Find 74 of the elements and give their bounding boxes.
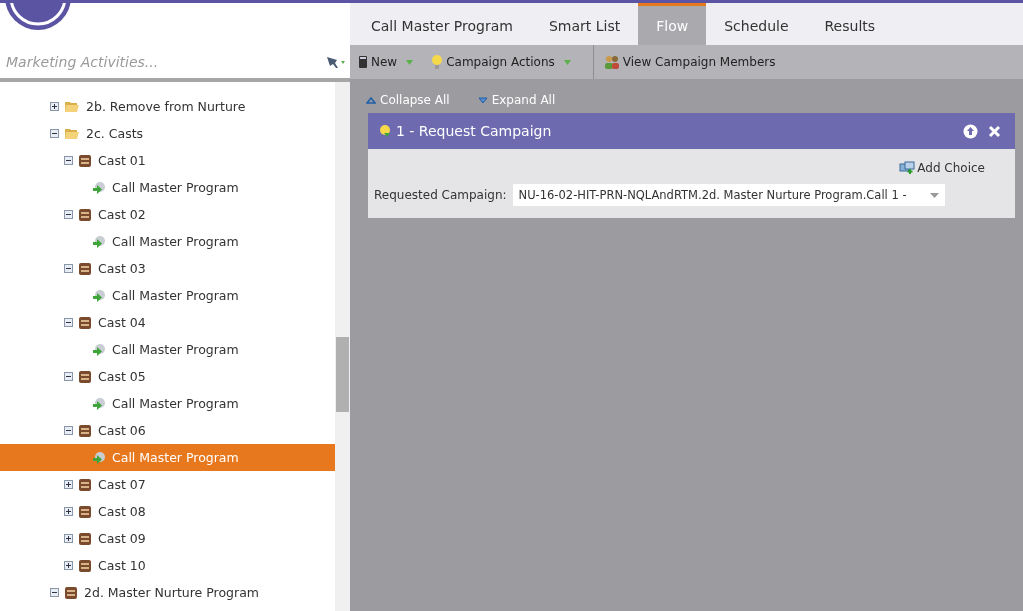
tree-item[interactable]: Cast 03 [0,255,335,282]
campaign-icon [92,450,106,465]
program-icon [64,585,78,600]
tab[interactable]: Results [806,3,894,45]
program-icon [78,558,92,573]
tree-item[interactable]: Call Master Program [0,282,335,309]
add-choice-link[interactable]: Add Choice [899,161,985,175]
expand-icon [477,96,488,104]
expander-icon[interactable] [64,534,73,543]
expander-icon[interactable] [64,264,73,273]
program-icon [78,207,92,222]
program-icon [78,423,92,438]
people-icon [603,54,620,70]
tree-item[interactable]: Cast 01 [0,147,335,174]
move-up-icon[interactable] [963,123,978,139]
program-icon [78,261,92,276]
expander-icon[interactable] [50,588,59,597]
toolbar-button[interactable]: Campaign Actions [431,54,589,70]
lightbulb-icon [378,124,392,138]
tree-item[interactable]: Cast 04 [0,309,335,336]
close-icon[interactable] [988,124,1001,138]
folder-icon [64,127,80,140]
tree-item[interactable]: 2b. Remove from Nurture [0,93,335,120]
tree-item[interactable]: 2d. Master Nurture Program [0,579,335,606]
folder-icon [64,100,80,113]
add-choice-icon [899,161,916,175]
campaign-icon [92,180,106,195]
expander-icon[interactable] [50,102,59,111]
tree-item[interactable]: Cast 02 [0,201,335,228]
document-icon [358,55,368,69]
program-icon [78,531,92,546]
tree-item[interactable]: Call Master Program [0,174,335,201]
tree-item[interactable]: Call Master Program [0,228,335,255]
step-title: 1 - Request Campaign [396,123,552,139]
collapse-icon [366,96,376,104]
tree-item[interactable]: Cast 10 [0,552,335,579]
program-icon [78,477,92,492]
campaign-icon [92,396,106,411]
expander-icon[interactable] [64,507,73,516]
tree-item[interactable]: Call Master Program [0,336,335,363]
toolbar-button[interactable]: New [358,55,432,69]
expander-icon[interactable] [64,372,73,381]
campaign-icon [92,234,106,249]
tree-item[interactable]: Cast 09 [0,525,335,552]
caret-icon [929,192,939,198]
tree-item[interactable]: Cast 06 [0,417,335,444]
tree-item[interactable]: Cast 07 [0,471,335,498]
tree-item[interactable]: Cast 05 [0,363,335,390]
tree-item[interactable]: Call Master Program [0,390,335,417]
expander-icon[interactable] [64,210,73,219]
program-icon [78,153,92,168]
field-label: Requested Campaign: [374,188,507,202]
tab[interactable]: Call Master Program [353,3,531,45]
toolbar-button[interactable]: View Campaign Members [603,54,794,70]
search-field[interactable]: Marketing Activities... [4,52,326,71]
campaign-icon [92,342,106,357]
expander-icon[interactable] [64,561,73,570]
logo-icon [5,3,71,31]
program-icon [78,369,92,384]
tree-item[interactable]: 2c. Casts [0,120,335,147]
tree-item[interactable]: Cast 08 [0,498,335,525]
scrollbar[interactable] [335,82,350,611]
tab[interactable]: Schedule [706,3,807,45]
expander-icon[interactable] [50,129,59,138]
program-icon [78,504,92,519]
expander-icon[interactable] [64,318,73,327]
program-icon [78,315,92,330]
lightbulb-icon [431,54,444,70]
expander-icon[interactable] [64,156,73,165]
tab[interactable]: Smart List [530,3,639,45]
campaign-icon [92,288,106,303]
campaign-dropdown[interactable]: NU-16-02-HIT-PRN-NQLAndRTM.2d. Master Nurture Program.Call 1 - [512,184,945,206]
expander-icon[interactable] [64,480,73,489]
expander-icon[interactable] [64,426,73,435]
